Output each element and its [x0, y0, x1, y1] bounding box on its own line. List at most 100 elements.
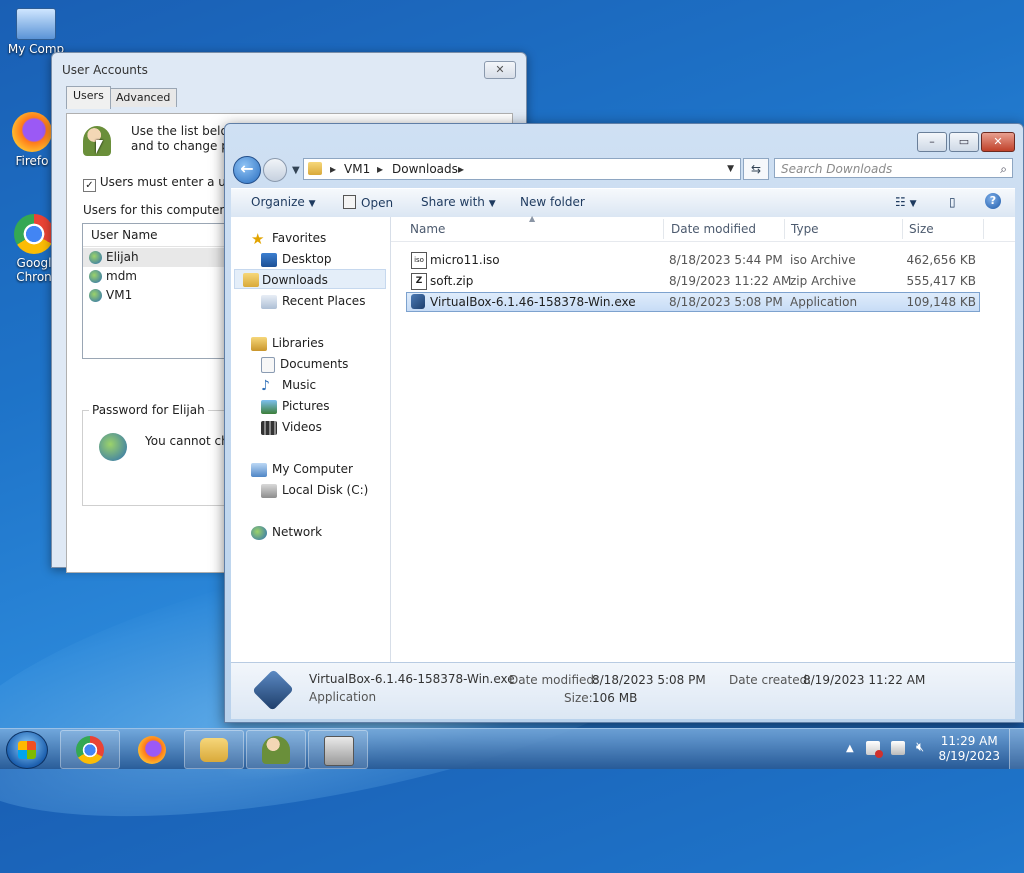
nav-music[interactable]: ♪ Music — [261, 375, 316, 395]
nav-local-disk[interactable]: Local Disk (C:) — [261, 480, 368, 500]
windows-logo-icon — [18, 741, 36, 759]
user-name: mdm — [106, 269, 137, 283]
preview-pane-icon[interactable]: ▯ — [949, 195, 956, 209]
file-row[interactable]: iso micro11.iso 8/18/2023 5:44 PM iso Ar… — [406, 250, 980, 270]
tab-advanced[interactable]: Advanced — [109, 88, 178, 107]
show-desktop-button[interactable] — [1009, 729, 1024, 769]
breadcrumb-arrow[interactable]: ▸ — [330, 159, 336, 179]
minimize-button[interactable]: – — [917, 132, 947, 152]
desktop-icon-my-computer[interactable]: My Comp — [6, 8, 66, 56]
user-name: Elijah — [106, 250, 139, 264]
file-date: 8/18/2023 5:08 PM — [669, 295, 783, 309]
nav-libraries[interactable]: Libraries — [251, 333, 324, 353]
taskbar-app[interactable] — [308, 730, 368, 769]
nav-label: Libraries — [272, 336, 324, 350]
user-name: VM1 — [106, 288, 133, 302]
nav-pictures[interactable]: Pictures — [261, 396, 330, 416]
chevron-down-icon[interactable]: ▼ — [727, 159, 734, 179]
recent-pages-dropdown[interactable]: ▼ — [292, 165, 300, 176]
column-name[interactable]: Name — [410, 222, 445, 236]
search-input[interactable]: Search Downloads ⌕ — [774, 158, 1013, 178]
nav-network[interactable]: Network — [251, 522, 322, 542]
nav-recent-places[interactable]: Recent Places — [261, 291, 365, 311]
drive-icon — [261, 483, 277, 498]
taskbar-user-accounts[interactable] — [246, 730, 306, 769]
computer-icon — [251, 462, 267, 477]
search-placeholder: Search Downloads — [781, 162, 893, 176]
taskbar-explorer[interactable] — [184, 730, 244, 769]
clock[interactable]: 11:29 AM 8/19/2023 — [938, 734, 1000, 764]
column-size[interactable]: Size — [909, 222, 934, 236]
clock-time: 11:29 AM — [940, 734, 998, 748]
nav-favorites[interactable]: ★ Favorites — [251, 228, 326, 248]
maximize-button[interactable]: ▭ — [949, 132, 979, 152]
file-name: micro11.iso — [430, 253, 500, 267]
action-center-flag-icon[interactable] — [866, 741, 883, 758]
nav-my-computer[interactable]: My Computer — [251, 459, 353, 479]
nav-label: Pictures — [282, 399, 330, 413]
column-date-modified[interactable]: Date modified — [671, 222, 756, 236]
open-button[interactable]: Open — [343, 195, 393, 210]
file-size: 109,148 KB — [906, 295, 976, 309]
details-pane: VirtualBox-6.1.46-158378-Win.exe Applica… — [231, 662, 1015, 719]
sort-arrow-icon: ▲ — [529, 214, 536, 223]
intro-text: Use the list below and to change pa — [131, 124, 238, 154]
file-name: VirtualBox-6.1.46-158378-Win.exe — [430, 295, 636, 309]
computer-icon — [16, 8, 56, 40]
column-headers: Name ▲ Date modified Type Size — [391, 214, 1015, 242]
nav-label: Videos — [282, 420, 322, 434]
nav-documents[interactable]: Documents — [261, 354, 348, 374]
help-icon[interactable]: ? — [985, 193, 1001, 209]
network-icon[interactable] — [891, 741, 905, 755]
file-row-selected[interactable]: VirtualBox-6.1.46-158378-Win.exe 8/18/20… — [406, 292, 980, 312]
taskbar-chrome[interactable] — [60, 730, 120, 769]
password-group-label: Password for Elijah — [89, 403, 208, 417]
new-folder-button[interactable]: New folder — [520, 195, 585, 209]
nav-desktop[interactable]: Desktop — [261, 249, 332, 269]
nav-videos[interactable]: Videos — [261, 417, 322, 437]
organize-button[interactable]: Organize ▼ — [251, 195, 316, 209]
file-row[interactable]: Z soft.zip 8/19/2023 11:22 AM zip Archiv… — [406, 271, 980, 291]
explorer-content: ★ Favorites Desktop Downloads Recent Plac… — [231, 214, 1015, 662]
refresh-button[interactable]: ⇆ — [743, 158, 769, 180]
nav-label: Downloads — [262, 273, 328, 287]
show-hidden-icons-button[interactable]: ▲ — [846, 743, 854, 754]
back-button[interactable]: ← — [233, 156, 261, 184]
nav-label: Network — [272, 525, 323, 539]
nav-downloads[interactable]: Downloads — [234, 269, 386, 289]
column-separator[interactable] — [784, 219, 785, 239]
file-date: 8/19/2023 11:22 AM — [669, 274, 792, 288]
iso-file-icon: iso — [411, 252, 427, 269]
file-size: 462,656 KB — [906, 253, 976, 267]
close-button[interactable]: ✕ — [981, 132, 1015, 152]
breadcrumb-vm1[interactable]: VM1 — [344, 159, 370, 179]
file-name: soft.zip — [430, 274, 474, 288]
user-globe-icon — [99, 433, 127, 461]
breadcrumb-arrow[interactable]: ▸ — [377, 159, 383, 179]
breadcrumb-arrow[interactable]: ▸ — [458, 159, 464, 179]
checkbox[interactable]: ✓ — [83, 179, 96, 192]
clock-date: 8/19/2023 — [938, 749, 1000, 763]
explorer-window[interactable]: – ▭ ✕ ← ▼ ▸ VM1 ▸ Downloads ▸ ▼ ⇆ Search… — [224, 123, 1024, 723]
share-with-button[interactable]: Share with ▼ — [421, 195, 496, 209]
address-bar[interactable]: ▸ VM1 ▸ Downloads ▸ ▼ — [303, 158, 741, 180]
close-button[interactable]: ✕ — [484, 61, 516, 79]
column-username[interactable]: User Name — [91, 228, 158, 242]
nav-label: Music — [282, 378, 317, 392]
column-separator[interactable] — [663, 219, 664, 239]
details-filetype: Application — [309, 690, 377, 704]
column-type[interactable]: Type — [791, 222, 819, 236]
taskbar-firefox[interactable] — [122, 730, 182, 769]
search-icon[interactable]: ⌕ — [1000, 159, 1007, 179]
chrome-icon — [76, 736, 104, 764]
volume-muted-icon[interactable]: 🔇︎ — [916, 741, 924, 755]
intro-line-2: and to change pa — [131, 139, 237, 153]
pictures-icon — [261, 399, 277, 414]
column-separator[interactable] — [983, 219, 984, 239]
tab-users[interactable]: Users — [66, 86, 111, 109]
column-separator[interactable] — [902, 219, 903, 239]
forward-button[interactable] — [263, 158, 287, 182]
breadcrumb-downloads[interactable]: Downloads — [392, 159, 458, 179]
start-button[interactable] — [6, 731, 48, 769]
view-options-icon[interactable]: ☷ ▼ — [895, 195, 917, 209]
